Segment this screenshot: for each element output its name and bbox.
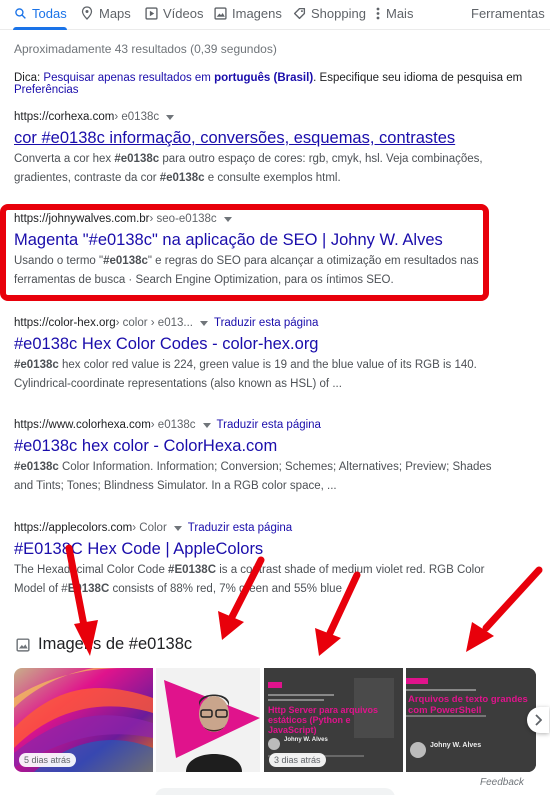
result-url[interactable]: https://color-hex.org › color › e013... T… xyxy=(14,315,494,331)
result-title-link[interactable]: #e0138c hex color - ColorHexa.com xyxy=(14,436,494,456)
tip-prefix: Dica: xyxy=(14,72,44,84)
profile-photo-image xyxy=(156,668,260,772)
tab-label: Imagens xyxy=(232,6,282,21)
result-url[interactable]: https://applecolors.com › Color Traduzir … xyxy=(14,520,494,536)
tab-label: Vídeos xyxy=(163,6,204,21)
thumbnail-date-badge: 3 dias atrás xyxy=(269,753,326,767)
result-snippet: The Hexadecimal Color Code #E0138C is a … xyxy=(14,564,485,595)
search-icon xyxy=(13,6,27,20)
images-heading-text: Imagens de #e0138c xyxy=(38,635,193,653)
tab-shopping[interactable]: Shopping xyxy=(292,6,366,30)
dropdown-caret-icon[interactable] xyxy=(199,320,208,326)
search-result: https://color-hex.org › color › e013... T… xyxy=(14,315,494,393)
search-tabs: Todas Maps Vídeos Imagens Shopping Mais … xyxy=(0,0,550,30)
next-images-button[interactable] xyxy=(527,707,549,733)
thumbnail-date-badge: 5 dias atrás xyxy=(19,753,76,767)
thumbnail-title: Http Server para arquivos estáticos (Pyt… xyxy=(268,705,379,735)
search-result: https://corhexa.com › e0138c cor #e0138c… xyxy=(14,109,494,187)
result-title-link[interactable]: #E0138C Hex Code | AppleColors xyxy=(14,539,494,559)
result-domain: https://www.colorhexa.com xyxy=(14,419,151,431)
tab-videos[interactable]: Vídeos xyxy=(144,6,203,30)
result-breadcrumb: › Color xyxy=(132,522,167,534)
dropdown-caret-icon[interactable] xyxy=(166,114,175,120)
image-thumbnail[interactable] xyxy=(156,668,260,772)
more-results-bar[interactable] xyxy=(155,788,395,795)
chevron-right-icon xyxy=(535,714,542,726)
tip-search-link[interactable]: Pesquisar apenas resultados em xyxy=(43,72,211,84)
result-url[interactable]: https://www.colorhexa.com › e0138c Traduz… xyxy=(14,417,494,433)
image-icon xyxy=(213,6,227,20)
tab-label: Todas xyxy=(32,6,67,21)
result-breadcrumb: › e0138c xyxy=(150,419,196,431)
tools-button[interactable]: Ferramentas xyxy=(471,6,545,21)
image-icon xyxy=(16,637,30,652)
tab-maps[interactable]: Maps xyxy=(80,6,131,30)
image-thumbnail[interactable]: Http Server para arquivos estáticos (Pyt… xyxy=(264,668,403,772)
result-snippet: Converta a cor hex #e0138c para outro es… xyxy=(14,153,483,184)
search-result: https://applecolors.com › Color Traduzir … xyxy=(14,520,494,598)
result-domain: https://applecolors.com xyxy=(14,522,133,534)
tab-label: Maps xyxy=(99,6,131,21)
thumbnail-author: Johny W. Alves xyxy=(284,737,328,743)
tab-todas[interactable]: Todas xyxy=(13,6,67,30)
tab-label: Shopping xyxy=(311,6,366,21)
result-stats: Aproximadamente 43 resultados (0,39 segu… xyxy=(14,42,277,56)
translate-link[interactable]: Traduzir esta página xyxy=(214,317,318,329)
red-arrowhead xyxy=(218,611,244,640)
language-tip: Dica: Pesquisar apenas resultados em por… xyxy=(14,72,534,96)
feedback-link[interactable]: Feedback xyxy=(480,777,524,788)
more-icon xyxy=(375,6,381,20)
translate-link[interactable]: Traduzir esta página xyxy=(188,522,292,534)
tag-icon xyxy=(292,6,306,20)
red-arrowhead xyxy=(315,628,341,656)
search-result: https://www.colorhexa.com › e0138c Traduz… xyxy=(14,417,494,495)
result-snippet: #e0138c hex color red value is 224, gree… xyxy=(14,359,477,390)
thumbnail-title: Arquivos de texto grandes com PowerShell xyxy=(408,694,528,716)
map-pin-icon xyxy=(80,6,94,20)
result-title-link[interactable]: cor #e0138c informação, conversões, esqu… xyxy=(14,128,494,148)
red-arrowhead xyxy=(466,622,494,652)
result-title-link[interactable]: #e0138c Hex Color Codes - color-hex.org xyxy=(14,334,494,354)
tab-label: Mais xyxy=(386,6,414,21)
tip-language-link[interactable]: português (Brasil) xyxy=(214,72,313,84)
dropdown-caret-icon[interactable] xyxy=(173,525,182,531)
result-snippet: #e0138c Color Information. Information; … xyxy=(14,461,492,492)
tab-mais[interactable]: Mais xyxy=(375,6,413,30)
video-icon xyxy=(144,6,158,20)
dropdown-caret-icon[interactable] xyxy=(202,422,211,428)
result-breadcrumb: › e0138c xyxy=(114,111,160,123)
image-thumbnail[interactable]: Arquivos de texto grandes com PowerShell… xyxy=(406,668,536,772)
result-url[interactable]: https://corhexa.com › e0138c xyxy=(14,109,494,125)
article-cover-image xyxy=(406,668,536,772)
translate-link[interactable]: Traduzir esta página xyxy=(217,419,321,431)
image-thumbnail[interactable]: 5 dias atrás xyxy=(14,668,153,772)
tip-suffix: . Especifique seu idioma de pesquisa em xyxy=(313,72,523,84)
thumbnail-author: Johny W. Alves xyxy=(430,742,482,749)
images-section-heading: Imagens de #e0138c xyxy=(16,635,192,654)
result-domain: https://color-hex.org xyxy=(14,317,116,329)
tip-preferences-link[interactable]: Preferências xyxy=(14,84,79,96)
result-breadcrumb: › color › e013... xyxy=(115,317,193,329)
tab-imagens[interactable]: Imagens xyxy=(213,6,282,30)
highlight-annotation-box xyxy=(0,204,489,301)
result-domain: https://corhexa.com xyxy=(14,111,115,123)
